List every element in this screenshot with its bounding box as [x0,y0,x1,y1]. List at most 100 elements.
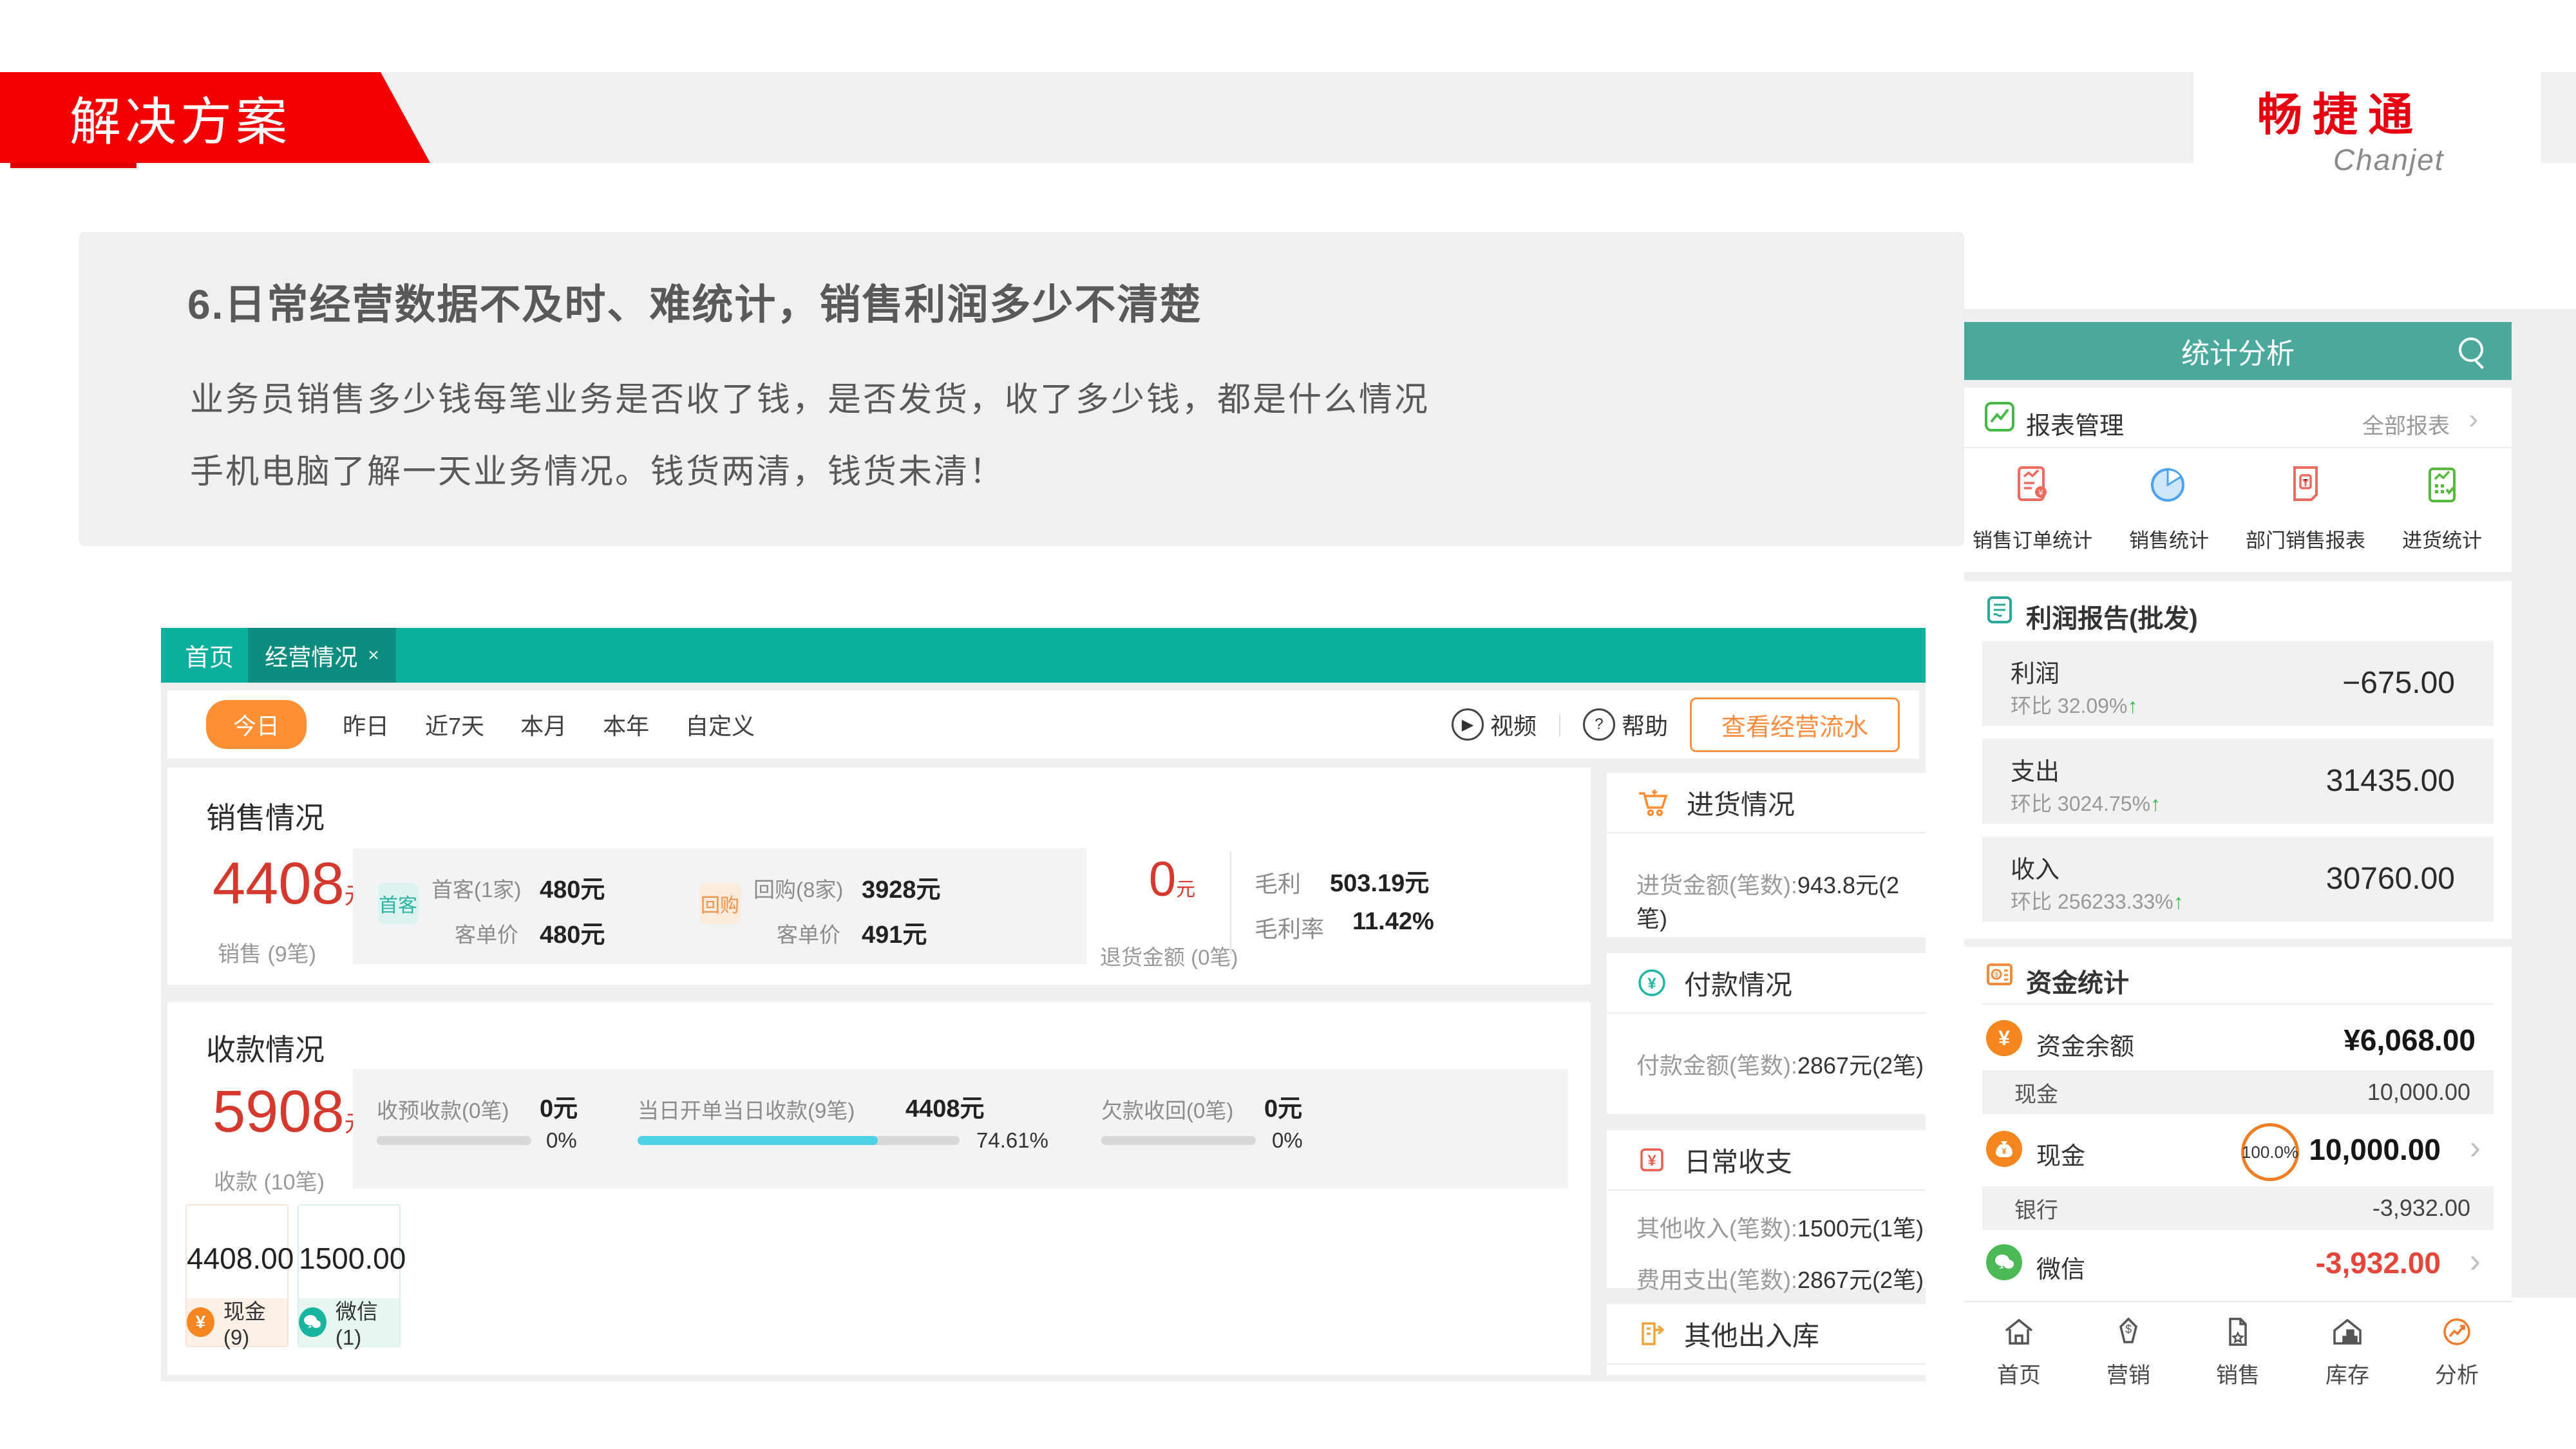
sales-heading: 销售情况 [206,795,325,837]
expense-label: 费用支出(笔数): [1636,1267,1797,1293]
nav-inventory[interactable]: 库存 [2293,1302,2402,1399]
stat-prepaid-percent: 0% [546,1128,577,1153]
cash-row-label: 现金 [2036,1136,2085,1171]
filter-yesterday[interactable]: 昨日 [343,708,389,741]
wechat-card[interactable]: 1500.00 微信(1) [298,1204,401,1347]
profit-mom-label: 环比 32.09% [2011,694,2127,717]
payment-status-title: 付款情况 [1684,963,1792,1003]
nav-sales[interactable]: 销售 [2183,1302,2293,1399]
wechat-row-label: 微信 [2036,1249,2085,1285]
bank-subrow-value: -3,932.00 [2372,1195,2470,1222]
report-icon-order[interactable]: ¥ 销售订单统计 [1964,464,2101,553]
video-link[interactable]: 视频 [1490,708,1537,741]
svg-text:¥: ¥ [1647,975,1656,992]
receipts-amount: 5908元 [213,1078,368,1146]
refund-amount: 0元 [1108,851,1236,907]
filter-custom[interactable]: 自定义 [685,708,755,741]
close-icon[interactable]: × [368,645,379,667]
wechat-row-value: -3,932.00 [2316,1245,2441,1280]
repeat-price-label: 客单价 [777,918,840,949]
expense-line: 费用支出(笔数):2867元(2笔) [1607,1262,1926,1295]
cash-row[interactable]: ¥ 现金 100.0% 10,000.00 › [1964,1117,2512,1181]
chevron-right-icon: › [2470,1242,2481,1280]
funds-card: $ 资金统计 ¥ 资金余额 ¥6,068.00 现金 10,000.00 ¥ 现… [1964,947,2512,1298]
bank-subrow: 银行 -3,932.00 [1982,1186,2494,1230]
refund-label: 退货金额 (0笔) [1100,940,1238,971]
cash-percent-value: 100.0% [2242,1142,2298,1162]
purchase-status-card: 进货情况 进货金额(笔数):943.8元(2笔) [1607,773,1926,937]
purchase-amount-label: 进货金额(笔数): [1636,872,1797,898]
expense-value: 2867元(2笔) [1797,1267,1924,1293]
cash-subrow-value: 10,000.00 [2367,1079,2470,1106]
filter-month[interactable]: 本月 [520,708,567,741]
cash-row-value: 10,000.00 [2309,1132,2441,1167]
tab-business-status[interactable]: 经营情况 × [248,628,396,683]
nav-home[interactable]: 首页 [1964,1302,2074,1399]
profit-row[interactable]: 利润 环比 32.09%↑ −675.00 [1982,641,2494,726]
tab-home[interactable]: 首页 [174,628,245,683]
nav-marketing[interactable]: $ 营销 [2074,1302,2183,1399]
filter-year[interactable]: 本年 [603,708,649,741]
profit-report-card: 利润报告(批发) 利润 环比 32.09%↑ −675.00 支出 环比 302… [1964,581,2512,939]
balance-row: ¥ 资金余额 ¥6,068.00 [1964,1011,2512,1066]
profit-label: 利润 [2011,654,2060,689]
other-income-value: 1500元(1笔) [1797,1215,1924,1242]
report-icon-dept[interactable]: 部门销售报表 [2237,464,2374,553]
stat-sameday-label: 当日开单当日收款(9笔) [638,1094,855,1124]
first-customer-badge: 首客 [377,883,419,924]
refund-unit: 元 [1176,879,1195,900]
expense-row-label: 支出 [2011,752,2060,787]
report-icon-sales[interactable]: 销售统计 [2101,464,2237,553]
gross-profit-value: 503.19元 [1330,863,1429,898]
gross-profit-label: 毛利 [1255,866,1301,899]
filter-today[interactable]: 今日 [206,700,307,749]
wechat-card-amount: 1500.00 [299,1241,399,1276]
stat-sameday-percent: 74.61% [976,1128,1048,1153]
receipts-section: 收款情况 5908元 收款 (10笔) 收预收款(0笔) 0元 0% 当日开单当… [167,1002,1591,1375]
gross-rate-value: 11.42% [1352,908,1434,936]
svg-text:$: $ [1994,971,1998,979]
cash-card[interactable]: 4408.00 ¥ 现金(9) [185,1204,289,1347]
report-icon-purchase[interactable]: 进货统计 [2374,464,2510,553]
payment-amount-label: 付款金额(笔数): [1636,1052,1797,1079]
balance-coin-icon: ¥ [1986,1020,2022,1056]
search-icon[interactable] [2459,337,2483,362]
payment-amount-line: 付款金额(笔数):2867元(2笔) [1607,1047,1926,1081]
svg-text:¥: ¥ [2002,1146,2007,1156]
filter-7days[interactable]: 近7天 [425,708,484,741]
stat-prepaid-bar [377,1136,531,1145]
receipts-detail-box: 收预收款(0笔) 0元 0% 当日开单当日收款(9笔) 4408元 74.61%… [353,1069,1568,1188]
repeat-customer-value: 3928元 [862,869,941,905]
first-customer-label: 首客(1家) [431,873,521,904]
view-flow-button[interactable]: 查看经营流水 [1690,697,1900,752]
expense-row[interactable]: 支出 环比 3024.75%↑ 31435.00 [1982,739,2494,824]
help-icon[interactable]: ? [1583,708,1615,741]
all-reports-link[interactable]: 全部报表 [2362,408,2450,440]
stat-sameday-value: 4408元 [905,1088,985,1124]
report-icons-row: ¥ 销售订单统计 销售统计 部门销售报表 进货统计 [1964,464,2512,553]
play-icon[interactable]: ▶ [1452,708,1484,741]
up-arrow-icon: ↑ [2150,792,2161,815]
svg-text:¥: ¥ [1647,1152,1656,1170]
inout-icon [1636,1318,1667,1349]
nav-analysis[interactable]: 分析 [2402,1302,2512,1399]
purchase-amount-line: 进货金额(笔数):943.8元(2笔) [1607,867,1926,934]
report-management-card: 报表管理 全部报表 › ¥ 销售订单统计 销售统计 部门销售报表 进货统计 [1964,388,2512,572]
balance-label: 资金余额 [2036,1027,2134,1062]
help-link[interactable]: 帮助 [1622,708,1668,741]
repeat-customer-label: 回购(8家) [753,873,843,904]
wechat-row[interactable]: 微信 -3,932.00 › [1964,1235,2512,1294]
other-income-label: 其他收入(笔数): [1636,1215,1797,1242]
report-management-title: 报表管理 [2026,406,2124,441]
intro-line-1: 业务员销售多少钱每笔业务是否收了钱，是否发货，收了多少钱，都是什么情况 [190,372,1430,421]
intro-box: 6.日常经营数据不及时、难统计，销售利润多少不清楚 业务员销售多少钱每笔业务是否… [79,232,1964,546]
brand-subtitle: Chanjet [2333,142,2528,177]
up-arrow-icon: ↑ [2174,890,2184,913]
money-bag-icon: ¥ [1986,1131,2022,1167]
first-price-value: 480元 [540,914,605,950]
stat-prepaid-label: 收预收款(0笔) [377,1094,509,1124]
report-icon-purchase-label: 进货统计 [2402,524,2482,553]
section-banner: 解决方案 [0,72,430,163]
svg-text:¥: ¥ [2038,488,2043,497]
income-row[interactable]: 收入 环比 256233.33%↑ 30760.00 [1982,837,2494,922]
